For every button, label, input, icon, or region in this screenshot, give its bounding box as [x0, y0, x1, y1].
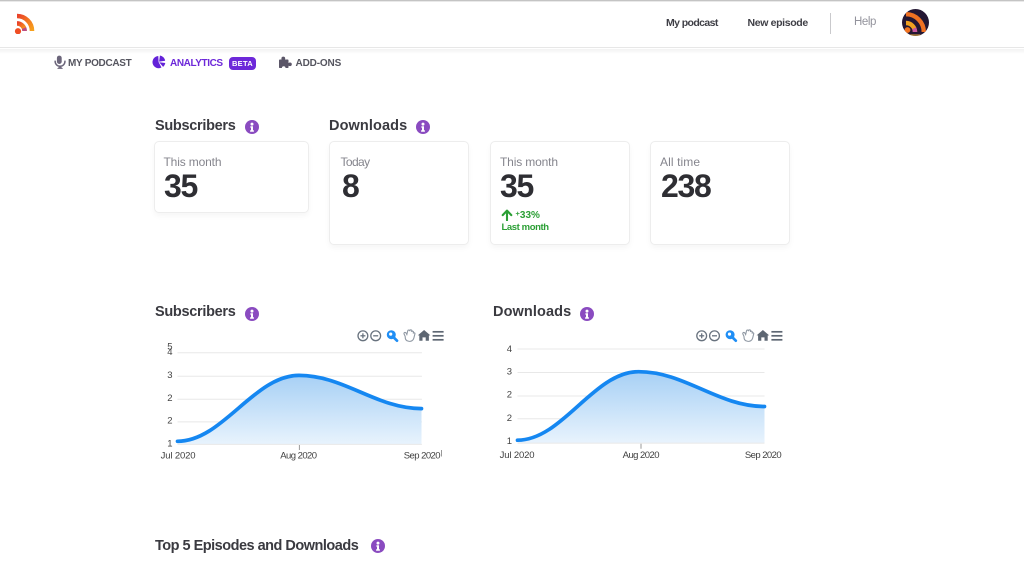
svg-text:Jul 2020: Jul 2020 — [161, 451, 196, 462]
svg-text:4: 4 — [167, 347, 172, 358]
svg-text:2: 2 — [507, 413, 512, 424]
svg-text:Aug 2020: Aug 2020 — [280, 451, 317, 462]
svg-text:4: 4 — [507, 344, 512, 355]
svg-text:Sep 2020: Sep 2020 — [404, 451, 441, 462]
svg-text:1: 1 — [167, 438, 172, 449]
svg-text:Aug 2020: Aug 2020 — [623, 450, 660, 461]
svg-text:1: 1 — [507, 436, 512, 447]
svg-text:3: 3 — [167, 370, 172, 381]
svg-text:2: 2 — [507, 389, 512, 400]
svg-text:3: 3 — [507, 367, 512, 378]
svg-text:Sep 2020: Sep 2020 — [745, 450, 782, 461]
svg-text:2: 2 — [167, 416, 172, 427]
svg-text:2: 2 — [167, 393, 172, 404]
svg-text:Jul 2020: Jul 2020 — [500, 450, 535, 461]
